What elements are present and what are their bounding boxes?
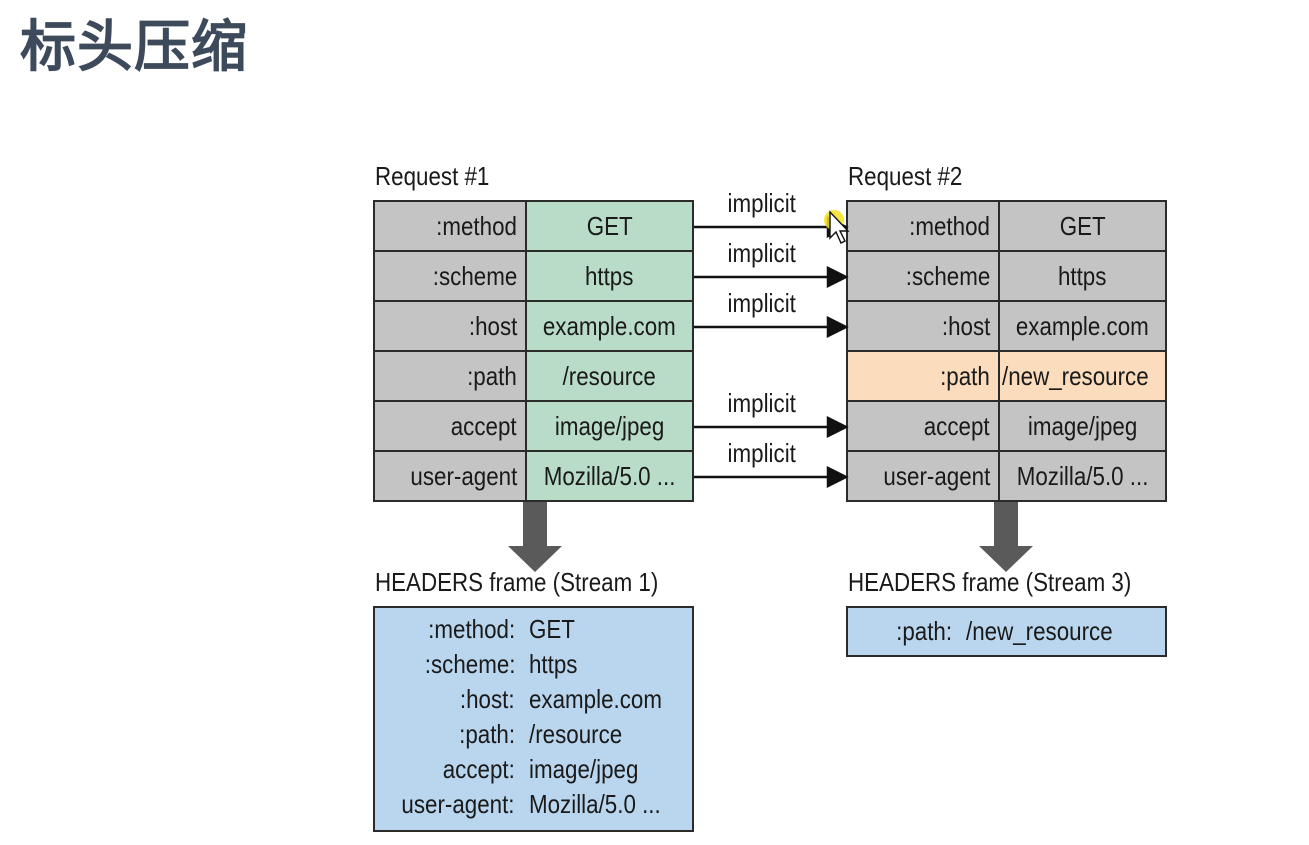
headers-frame-stream1: :method: GET :scheme: https :host: example.…: [373, 606, 694, 832]
arrowhead-icon: [826, 265, 849, 289]
frame1-row: :method: GET: [427, 614, 575, 644]
frame2-label: HEADERS frame (Stream 3): [848, 567, 1132, 597]
frame1-row: :scheme: https: [424, 649, 578, 679]
arrowhead-icon: [826, 465, 849, 489]
headers-frame-stream3: :path:/new_resource: [846, 606, 1167, 657]
frame1-label: HEADERS frame (Stream 1): [375, 567, 659, 597]
frame1-row: user-agent: Mozilla/5.0 ...: [401, 789, 661, 819]
down-arrow-icon: [508, 502, 562, 572]
arrowhead-icon: [826, 315, 849, 339]
header-compression-diagram: Request #1 :method GET :scheme https :ho…: [0, 0, 1309, 845]
down-arrow-icon: [979, 502, 1033, 572]
frame1-row: :path:/resource: [459, 719, 623, 749]
frame1-row: :host: example.com: [460, 684, 662, 714]
arrowhead-icon: [826, 415, 849, 439]
frame2-row: :path:/new_resource: [896, 616, 1113, 646]
frame1-row: accept: image/jpeg: [442, 754, 639, 784]
